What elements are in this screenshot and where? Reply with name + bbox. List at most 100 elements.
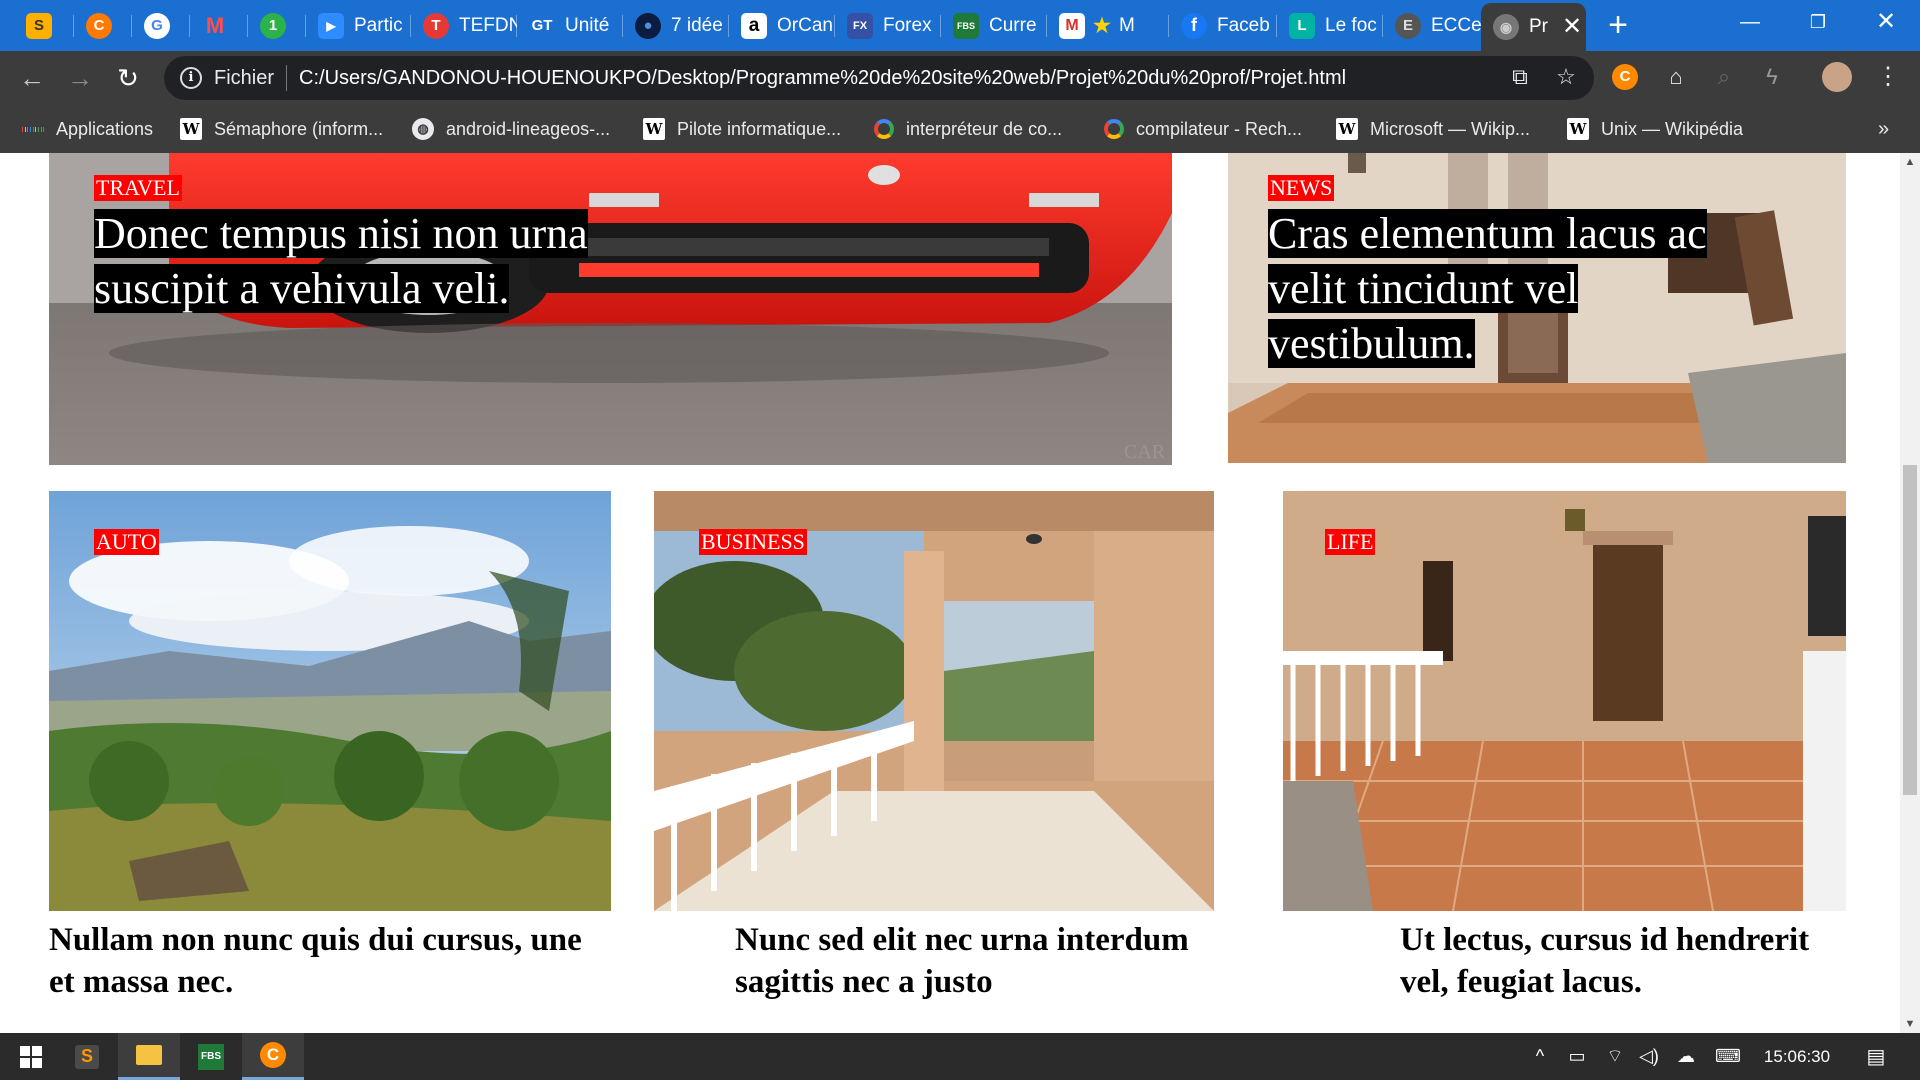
category-tag-business[interactable]: BUSINESS	[699, 529, 807, 555]
category-tag-travel[interactable]: TRAVEL	[94, 175, 182, 201]
bookmark-star-icon[interactable]: ☆	[1550, 61, 1582, 93]
card-life-image[interactable]: LIFE	[1283, 491, 1846, 911]
page-scrollbar[interactable]: ▲ ▼	[1900, 153, 1920, 1033]
volume-icon[interactable]: ◁)	[1634, 1033, 1664, 1080]
onedrive-cloud-icon[interactable]: ☁	[1670, 1033, 1702, 1080]
minimize-icon[interactable]: —	[1716, 0, 1784, 46]
scrollbar-thumb[interactable]	[1903, 465, 1917, 795]
apps-grid-icon	[21, 118, 45, 140]
avatar[interactable]	[1822, 62, 1852, 92]
windows-start-icon[interactable]	[0, 1033, 62, 1080]
tab-label: Unité	[565, 14, 610, 36]
windows-taskbar: S FBS C ^ ▭ ⌔ ◁) ☁ ⌨ 15:06:30 ▤	[0, 1033, 1920, 1080]
tab-google[interactable]: G	[132, 0, 190, 51]
tab-one[interactable]: 1	[248, 0, 306, 51]
bookmark-label: Applications	[56, 118, 154, 139]
reload-icon[interactable]: ↻	[110, 60, 146, 96]
show-hidden-icons-chevron-icon[interactable]: ^	[1526, 1033, 1554, 1080]
tab-label: Le foc	[1325, 14, 1377, 36]
tab-orcan[interactable]: a OrCan	[729, 0, 835, 51]
tefd-icon: T	[423, 12, 449, 39]
bookmark-android-lineageos[interactable]: ◍ android-lineageos-...	[412, 113, 610, 145]
scroll-down-icon[interactable]: ▼	[1900, 1015, 1920, 1033]
forward-arrow-icon[interactable]: →	[62, 60, 98, 96]
address-bar[interactable]: i Fichier C:/Users/GANDONOU-HOUENOUKPO/D…	[164, 56, 1594, 100]
feature-travel[interactable]: CAR TRAVEL Donec tempus nisi non urna su…	[49, 153, 1172, 465]
close-window-icon[interactable]: ✕	[1852, 0, 1920, 46]
restore-icon[interactable]: ❐	[1784, 0, 1852, 46]
bookmark-unix-wikipedia[interactable]: W Unix — Wikipédia	[1567, 113, 1743, 145]
tab-curre[interactable]: FBS Curre	[941, 0, 1047, 51]
tab-m[interactable]: M	[190, 0, 248, 51]
feature-title-travel[interactable]: Donec tempus nisi non urna suscipit a ve…	[94, 206, 634, 316]
sublime-text-icon[interactable]: S	[56, 1033, 118, 1080]
lightning-extension-icon[interactable]: ϟ	[1756, 61, 1788, 93]
tab-7-idees[interactable]: ● 7 idée	[623, 0, 729, 51]
back-arrow-icon[interactable]: ←	[14, 60, 50, 96]
network-device-icon[interactable]: ▭	[1562, 1033, 1592, 1080]
wifi-icon[interactable]: ⌔	[1600, 1033, 1630, 1080]
tab-projet-active[interactable]: ◉ Pr ✕	[1481, 3, 1586, 51]
tab-facebook[interactable]: f Faceb	[1169, 0, 1277, 51]
fbs-icon: FBS	[953, 12, 979, 39]
c-extension-icon[interactable]: C	[1612, 64, 1638, 90]
browser-toolbar: ← → ↻ i Fichier C:/Users/GANDONOU-HOUENO…	[0, 51, 1920, 105]
new-tab-button[interactable]: +	[1600, 8, 1636, 45]
file-explorer-icon[interactable]	[118, 1033, 180, 1080]
bookmark-compilateur[interactable]: compilateur - Rech...	[1104, 113, 1302, 145]
tab-eccel[interactable]: E ECCel	[1383, 0, 1481, 51]
tab-gmail[interactable]: M ★ M	[1047, 0, 1169, 51]
google-icon: G	[144, 12, 170, 39]
card-business-image[interactable]: BUSINESS	[654, 491, 1214, 911]
category-tag-life[interactable]: LIFE	[1325, 529, 1376, 555]
sublime-icon: S	[26, 12, 52, 39]
card-auto-image[interactable]: AUTO	[49, 491, 611, 911]
category-tag-auto[interactable]: AUTO	[94, 529, 159, 555]
tab-sublime[interactable]: S	[14, 0, 74, 51]
info-icon[interactable]: i	[180, 67, 202, 89]
bookmark-microsoft-wikipedia[interactable]: W Microsoft — Wikip...	[1336, 113, 1530, 145]
address-url[interactable]: C:/Users/GANDONOU-HOUENOUKPO/Desktop/Pro…	[299, 67, 1346, 90]
close-tab-icon[interactable]: ✕	[1562, 15, 1582, 39]
globe-icon: ◍	[412, 118, 434, 140]
tab-tefdn[interactable]: T TEFDN	[411, 0, 517, 51]
tab-c-extension[interactable]: C	[74, 0, 132, 51]
forex-icon: FX	[847, 12, 873, 39]
amazon-icon: a	[741, 12, 767, 39]
bookmarks-overflow-button[interactable]: »	[1878, 113, 1889, 145]
card-auto-caption[interactable]: Nullam non nunc quis dui cursus, une et …	[49, 919, 609, 1003]
feature-news[interactable]: NEWS Cras elementum lacus ac velit tinci…	[1228, 153, 1846, 463]
notifications-icon[interactable]: ▤	[1856, 1033, 1896, 1080]
bookmark-pilote-informatique[interactable]: W Pilote informatique...	[643, 113, 841, 145]
fbs-trader-icon[interactable]: FBS	[180, 1033, 242, 1080]
feature-title-text: Cras elementum lacus ac velit tincidunt …	[1268, 209, 1707, 368]
scroll-up-icon[interactable]: ▲	[1900, 153, 1920, 171]
c-browser-icon[interactable]: C	[242, 1033, 304, 1080]
translate-icon[interactable]: ⧉	[1504, 61, 1536, 93]
clock[interactable]: 15:06:30	[1754, 1033, 1840, 1080]
address-scheme: Fichier	[214, 66, 275, 89]
tab-partic[interactable]: ▶ Partic	[306, 0, 411, 51]
tab-le-foc[interactable]: L Le foc	[1277, 0, 1383, 51]
keyboard-icon[interactable]: ⌨	[1708, 1033, 1748, 1080]
bookmark-applications[interactable]: Applications	[21, 113, 154, 145]
home-icon[interactable]: ⌂	[1660, 61, 1692, 93]
tab-label: Curre	[989, 14, 1037, 36]
bookmark-label: Sémaphore (inform...	[214, 118, 384, 139]
chrome-extension-c-icon: C	[86, 12, 112, 39]
category-tag-news[interactable]: NEWS	[1268, 175, 1335, 201]
bookmark-label: Unix — Wikipédia	[1601, 118, 1744, 139]
bookmark-label: compilateur - Rech...	[1136, 118, 1303, 139]
feature-title-news[interactable]: Cras elementum lacus ac velit tincidunt …	[1268, 206, 1788, 371]
tab-unite[interactable]: GT Unité	[517, 0, 623, 51]
google-icon	[1104, 119, 1124, 139]
bookmark-interpreteur[interactable]: interpréteur de co...	[874, 113, 1062, 145]
tab-forex[interactable]: FX Forex	[835, 0, 941, 51]
tab-label: ECCel	[1431, 14, 1481, 36]
tab-strip: S C G M 1 ▶ Partic T TEFDN GT Unité ● 7 …	[0, 0, 1920, 51]
card-business-caption[interactable]: Nunc sed elit nec urna interdum sagittis…	[735, 919, 1255, 1003]
bookmark-semaphore[interactable]: W Sémaphore (inform...	[180, 113, 383, 145]
menu-kebab-icon[interactable]: ⋮	[1872, 61, 1904, 93]
search-extension-icon[interactable]: ⌕	[1708, 61, 1740, 93]
card-life-caption[interactable]: Ut lectus, cursus id hendrerit vel, feug…	[1400, 919, 1850, 1003]
